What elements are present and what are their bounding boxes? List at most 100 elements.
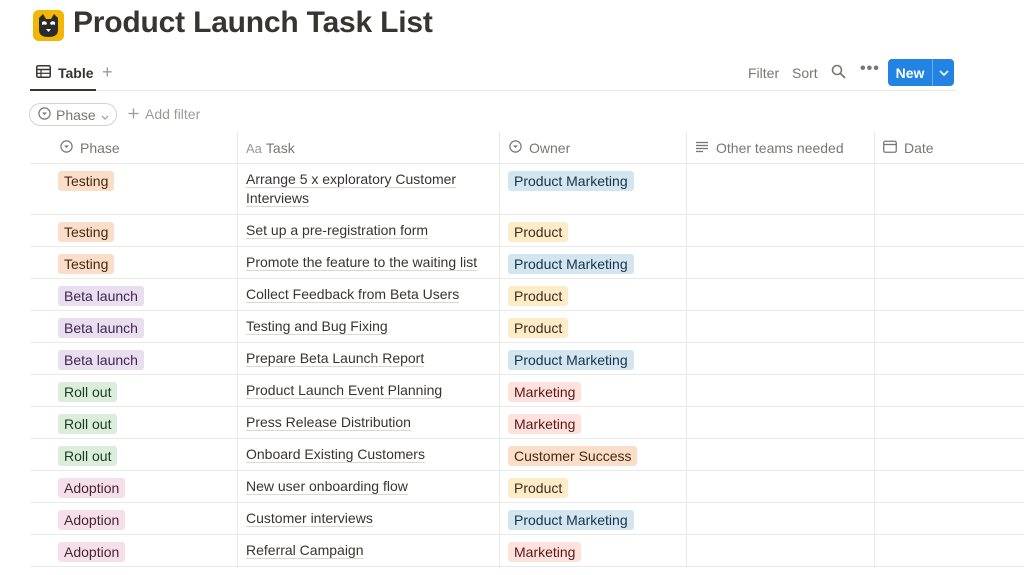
owner-tag[interactable]: Marketing — [508, 382, 582, 402]
task-title[interactable]: Set up a pre-registration form — [246, 221, 496, 240]
add-view-button[interactable]: + — [102, 61, 113, 83]
task-title[interactable]: New user onboarding flow — [246, 477, 496, 496]
other-teams-cell[interactable] — [687, 343, 874, 374]
task-title-text[interactable]: Press Release Distribution — [246, 414, 411, 431]
date-cell[interactable] — [875, 247, 1024, 278]
phase-tag[interactable]: Roll out — [58, 414, 118, 434]
column-header-phase[interactable]: Phase — [30, 132, 120, 164]
task-title[interactable]: Testing and Bug Fixing — [246, 317, 496, 336]
tab-table[interactable]: Table — [36, 62, 94, 84]
other-teams-cell[interactable] — [687, 247, 874, 278]
task-title[interactable]: Prepare Beta Launch Report — [246, 349, 496, 368]
date-cell[interactable] — [875, 215, 1024, 246]
owner-tag[interactable]: Product Marketing — [508, 350, 634, 370]
other-teams-cell[interactable] — [687, 279, 874, 310]
task-title-text[interactable]: Set up a pre-registration form — [246, 222, 429, 239]
page-title[interactable]: Product Launch Task List — [73, 6, 433, 40]
owner-tag[interactable]: Product Marketing — [508, 254, 634, 274]
other-teams-cell[interactable] — [687, 164, 874, 214]
date-cell[interactable] — [875, 164, 1024, 214]
task-title-text[interactable]: Promote the feature to the waiting list — [246, 254, 478, 271]
add-filter-button[interactable]: Add filter — [128, 106, 200, 122]
table-row[interactable]: Testing Set up a pre-registration form Pro… — [30, 215, 1024, 247]
date-cell[interactable] — [875, 279, 1024, 310]
date-cell[interactable] — [875, 535, 1024, 566]
table-row[interactable]: Beta launch Collect Feedback from Beta Us… — [30, 279, 1024, 311]
task-title[interactable]: Promote the feature to the waiting list — [246, 253, 496, 272]
column-header-owner[interactable]: Owner — [479, 132, 570, 164]
phase-filter-pill[interactable]: Phase — [29, 103, 117, 126]
task-title[interactable]: Customer interviews — [246, 509, 496, 528]
task-title[interactable]: Arrange 5 x exploratory Customer Intervi… — [246, 170, 496, 208]
filter-button[interactable]: Filter — [748, 65, 779, 81]
column-header-task[interactable]: Aa Task — [216, 132, 295, 164]
other-teams-cell[interactable] — [687, 311, 874, 342]
phase-tag[interactable]: Roll out — [58, 382, 118, 402]
date-cell[interactable] — [875, 407, 1024, 438]
phase-tag[interactable]: Beta launch — [58, 286, 144, 306]
owner-tag[interactable]: Product — [508, 478, 569, 498]
other-teams-cell[interactable] — [687, 503, 874, 534]
new-button-label[interactable]: New — [888, 59, 932, 86]
task-title[interactable]: Product Launch Event Planning — [246, 381, 496, 400]
date-cell[interactable] — [875, 439, 1024, 470]
owner-tag[interactable]: Marketing — [508, 414, 582, 434]
task-title-text[interactable]: Product Launch Event Planning — [246, 382, 443, 399]
table-row[interactable]: Beta launch Testing and Bug Fixing Product — [30, 311, 1024, 343]
cat-face-icon[interactable] — [33, 10, 64, 41]
phase-tag[interactable]: Testing — [58, 254, 115, 274]
other-teams-cell[interactable] — [687, 215, 874, 246]
task-title[interactable]: Press Release Distribution — [246, 413, 496, 432]
task-title[interactable]: Referral Campaign — [246, 541, 496, 560]
date-cell[interactable] — [875, 343, 1024, 374]
table-row[interactable]: Roll out Product Launch Event Planning Mar… — [30, 375, 1024, 407]
date-cell[interactable] — [875, 471, 1024, 502]
table-row[interactable]: Testing Arrange 5 x exploratory Customer … — [30, 164, 1024, 215]
table-row[interactable]: Roll out Onboard Existing Customers Custom… — [30, 439, 1024, 471]
task-title[interactable]: Onboard Existing Customers — [246, 445, 496, 464]
search-icon[interactable] — [831, 64, 846, 84]
task-title-text[interactable]: Customer interviews — [246, 510, 373, 527]
date-cell[interactable] — [875, 503, 1024, 534]
owner-tag[interactable]: Product — [508, 286, 569, 306]
task-title[interactable]: Collect Feedback from Beta Users — [246, 285, 496, 304]
phase-tag[interactable]: Roll out — [58, 446, 118, 466]
owner-tag[interactable]: Product Marketing — [508, 510, 634, 530]
other-teams-cell[interactable] — [687, 375, 874, 406]
table-row[interactable]: Testing Promote the feature to the waitin… — [30, 247, 1024, 279]
phase-tag[interactable]: Beta launch — [58, 318, 144, 338]
owner-tag[interactable]: Marketing — [508, 542, 582, 562]
phase-tag[interactable]: Adoption — [58, 542, 126, 562]
task-title-text[interactable]: New user onboarding flow — [246, 478, 408, 495]
column-header-date[interactable]: Date — [853, 132, 934, 164]
task-title-text[interactable]: Referral Campaign — [246, 542, 364, 559]
phase-tag[interactable]: Adoption — [58, 510, 126, 530]
table-row[interactable]: Beta launch Prepare Beta Launch Report Pro… — [30, 343, 1024, 375]
other-teams-cell[interactable] — [687, 439, 874, 470]
table-row[interactable]: Adoption Customer interviews Product Marke… — [30, 503, 1024, 535]
chevron-down-icon[interactable] — [932, 59, 954, 86]
task-title-text[interactable]: Onboard Existing Customers — [246, 446, 425, 463]
owner-tag[interactable]: Customer Success — [508, 446, 638, 466]
other-teams-cell[interactable] — [687, 535, 874, 566]
owner-tag[interactable]: Product — [508, 222, 569, 242]
owner-tag[interactable]: Product — [508, 318, 569, 338]
task-title-text[interactable]: Testing and Bug Fixing — [246, 318, 388, 335]
table-row[interactable]: Roll out Press Release Distribution Market… — [30, 407, 1024, 439]
task-title-text[interactable]: Prepare Beta Launch Report — [246, 350, 425, 367]
more-options-icon[interactable]: ••• — [860, 60, 880, 78]
phase-tag[interactable]: Testing — [58, 222, 115, 242]
task-title-text[interactable]: Collect Feedback from Beta Users — [246, 286, 460, 303]
new-button[interactable]: New — [888, 59, 954, 86]
owner-tag[interactable]: Product Marketing — [508, 171, 634, 191]
table-row[interactable]: Adoption New user onboarding flow Product — [30, 471, 1024, 503]
phase-tag[interactable]: Adoption — [58, 478, 126, 498]
phase-tag[interactable]: Testing — [58, 171, 115, 191]
other-teams-cell[interactable] — [687, 471, 874, 502]
table-row[interactable]: Adoption Referral Campaign Marketing — [30, 535, 1024, 567]
column-header-other-teams[interactable]: Other teams needed — [665, 132, 844, 164]
task-title-text[interactable]: Arrange 5 x exploratory Customer Intervi… — [246, 171, 457, 207]
phase-tag[interactable]: Beta launch — [58, 350, 144, 370]
date-cell[interactable] — [875, 311, 1024, 342]
other-teams-cell[interactable] — [687, 407, 874, 438]
